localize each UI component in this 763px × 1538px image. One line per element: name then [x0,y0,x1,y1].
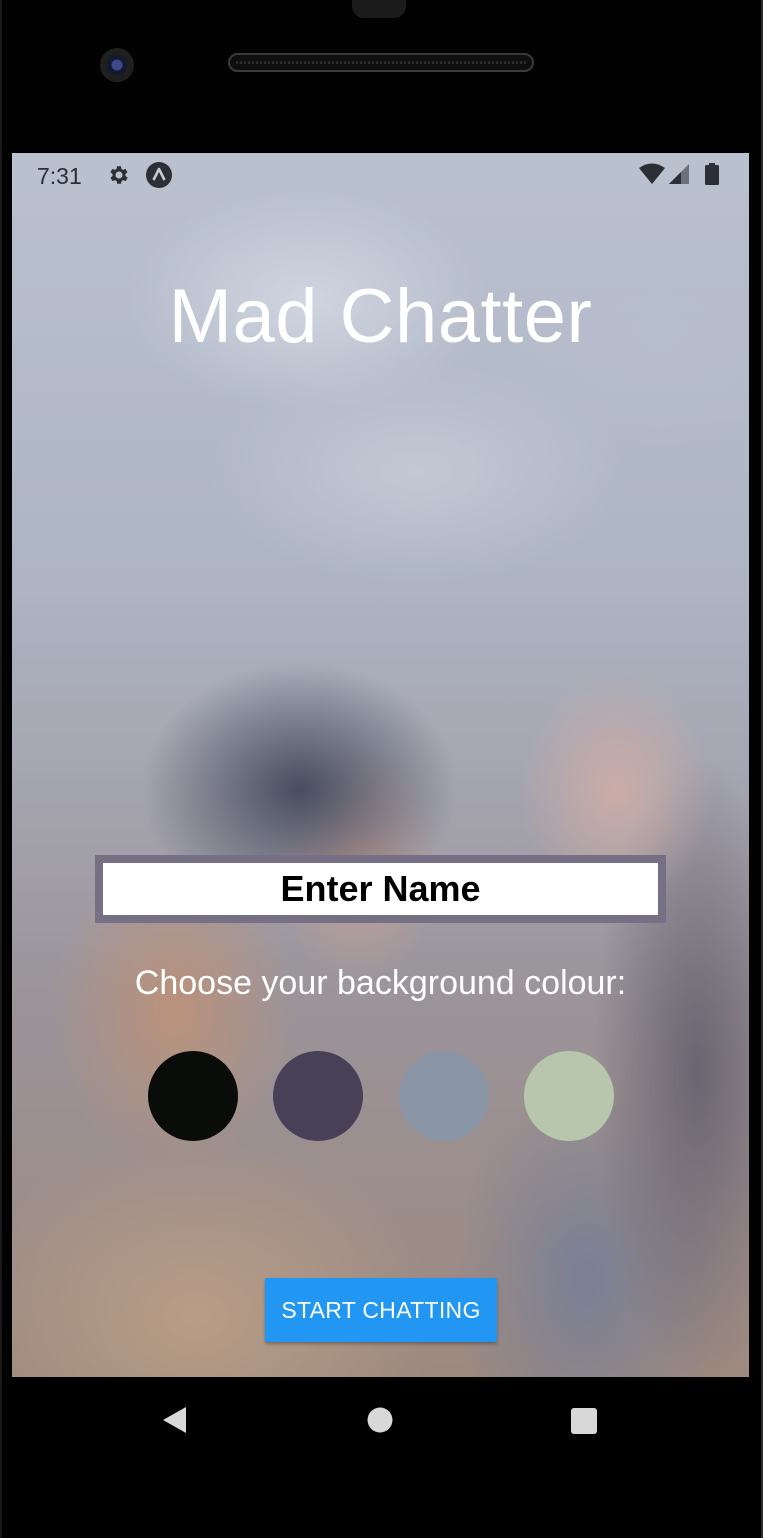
name-input[interactable] [95,855,666,923]
colour-option-purple[interactable] [273,1051,363,1141]
status-icons-right [639,163,719,185]
recent-apps-icon[interactable] [570,1407,598,1435]
phone-device: 7:31 Mad Chatter Enter Name Choose your … [0,0,763,1538]
earpiece-speaker [228,53,534,72]
device-notch [352,0,406,18]
start-chatting-button[interactable]: START CHATTING [265,1278,497,1342]
front-camera [100,48,134,82]
app-title: Mad Chatter [168,274,593,359]
cell-signal-icon [669,164,689,184]
colour-option-green[interactable] [524,1051,614,1141]
home-icon[interactable] [366,1406,394,1434]
battery-icon [705,163,719,185]
status-time: 7:31 [37,163,82,189]
navigation-bar [0,1377,763,1538]
a-badge-icon [146,162,172,188]
gear-icon [110,166,128,184]
back-icon[interactable] [160,1405,188,1435]
status-bar: 7:31 [12,153,749,198]
app-screen: 7:31 Mad Chatter Enter Name Choose your … [12,153,749,1377]
wifi-icon [639,163,665,184]
colour-option-grey[interactable] [399,1051,489,1141]
colour-picker-label: Choose your background colour: [134,964,627,1002]
colour-option-black[interactable] [148,1051,238,1141]
